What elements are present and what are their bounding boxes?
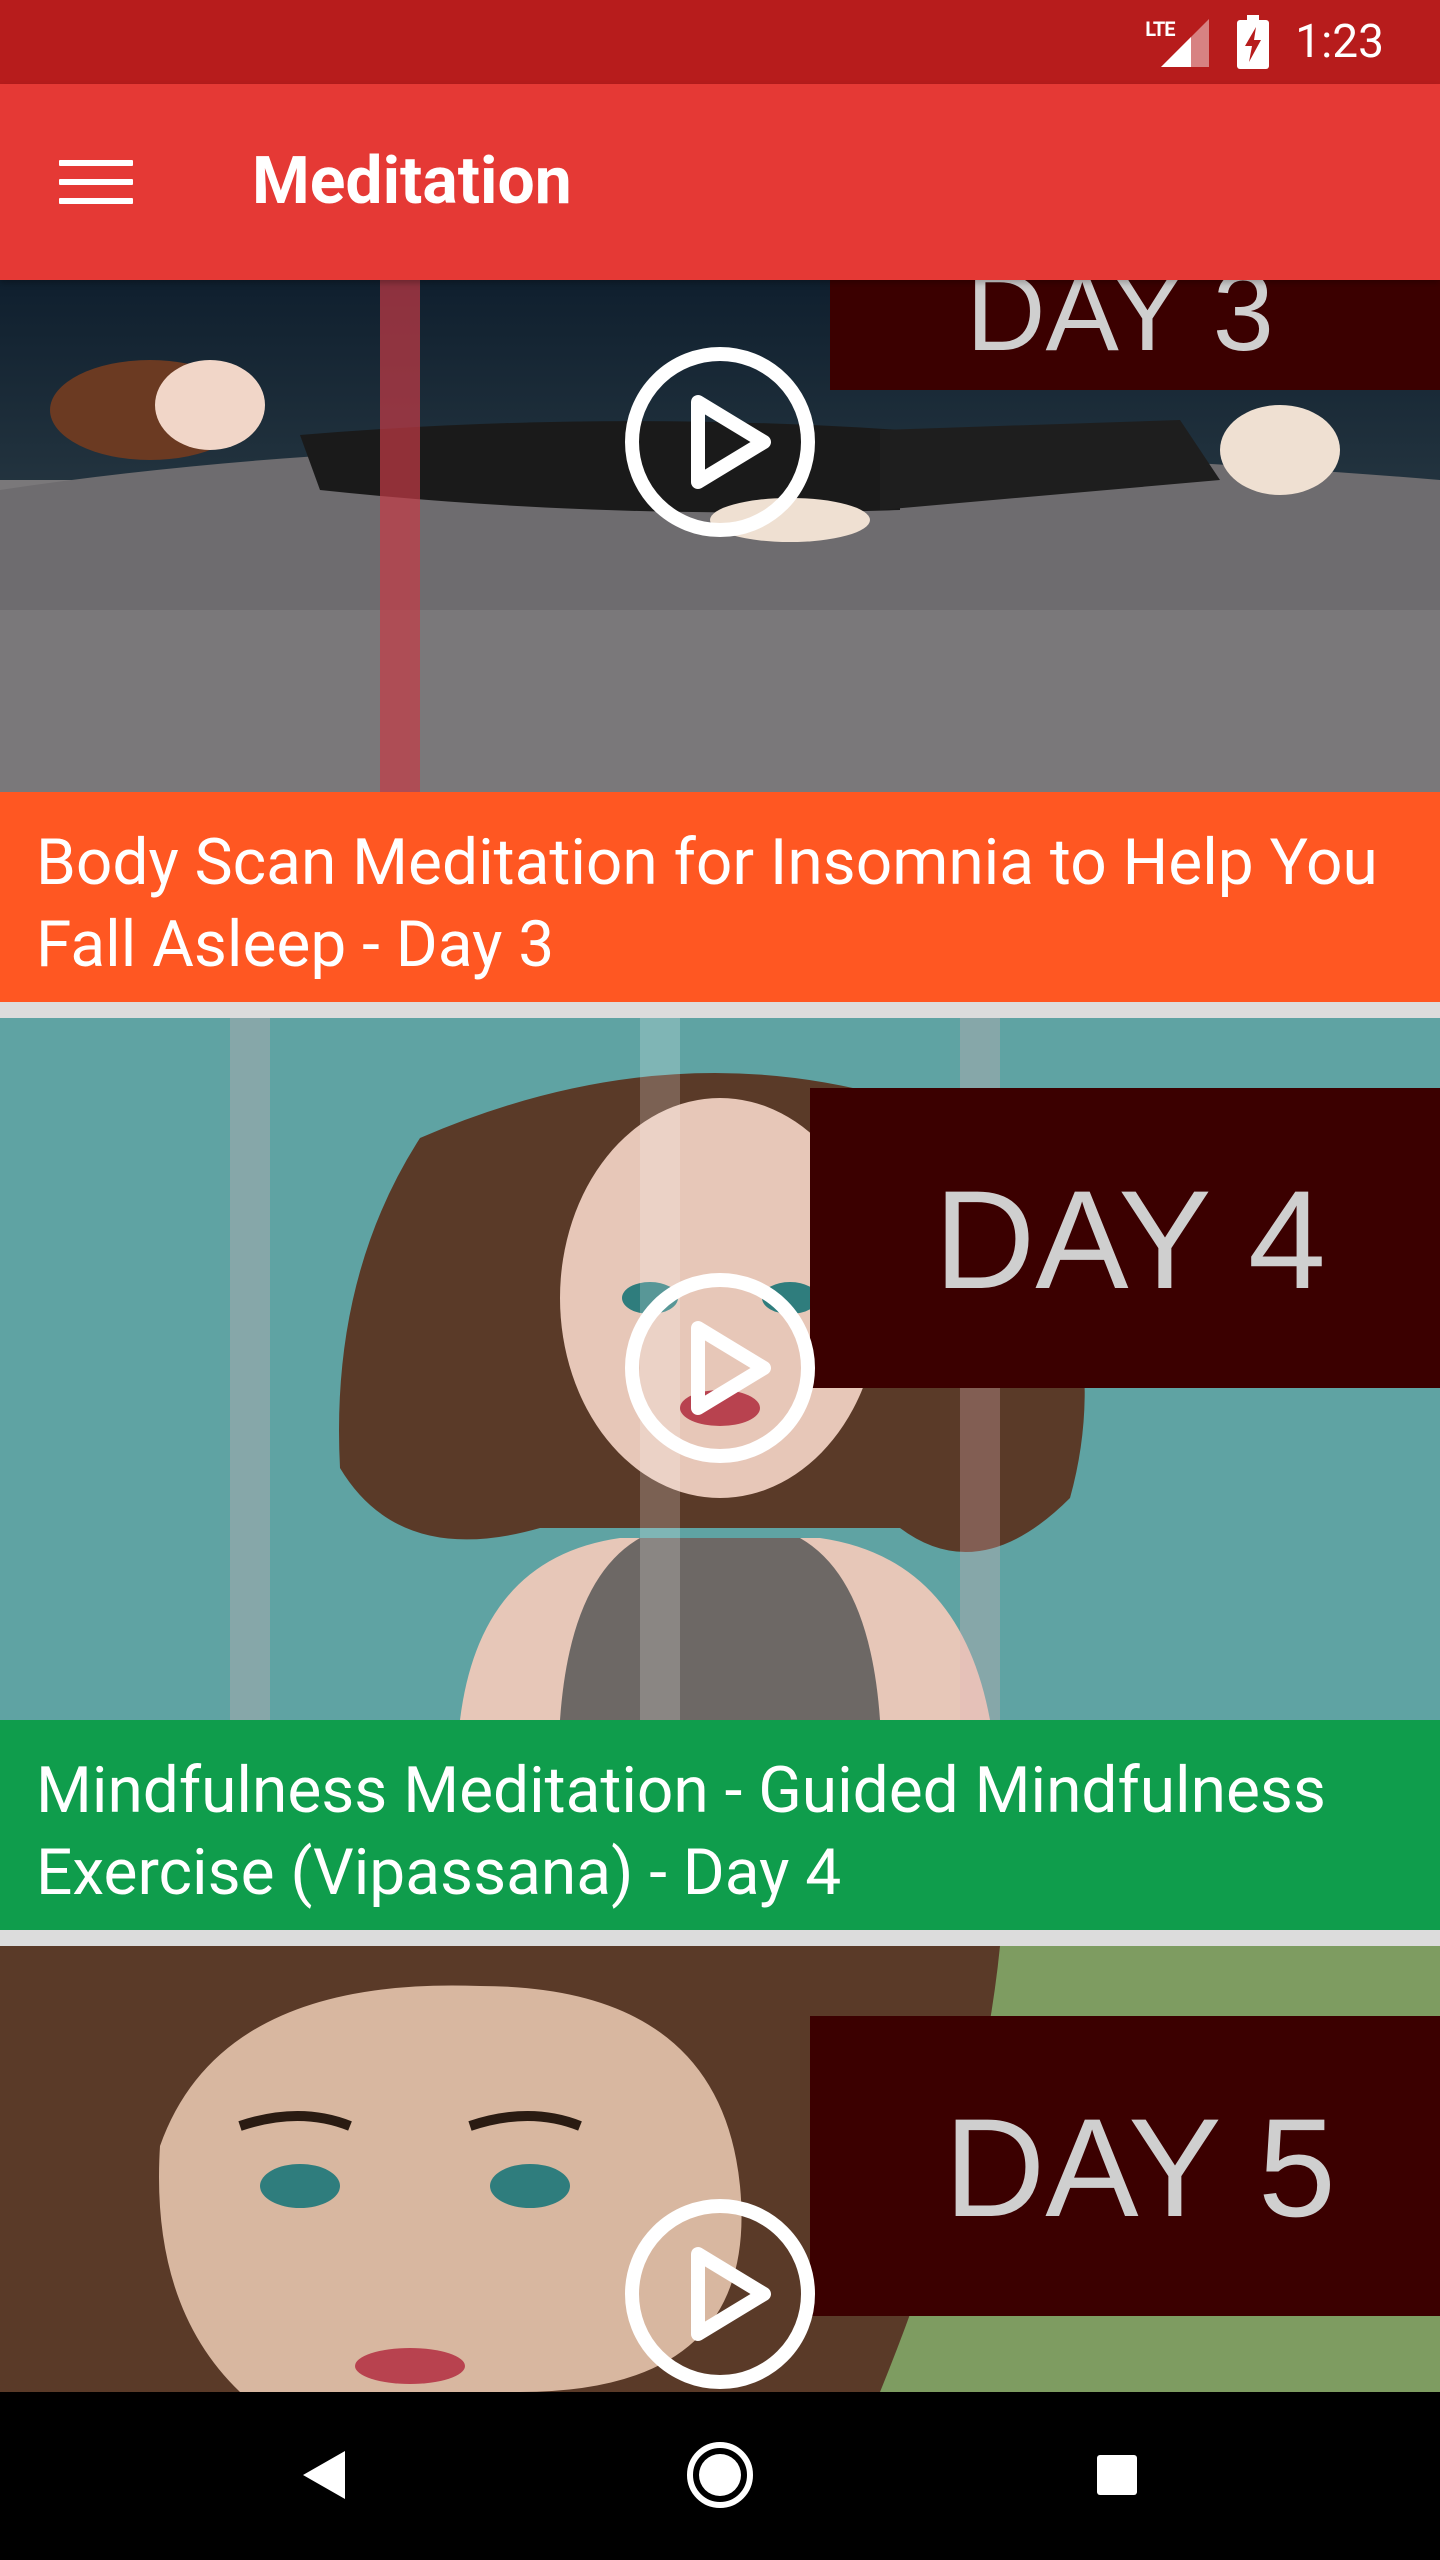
video-title-panel[interactable]: Mindfulness Meditation - Guided Mindfuln…: [0, 1720, 1440, 1930]
play-icon[interactable]: [622, 1270, 818, 1466]
battery-charging-icon: [1237, 15, 1270, 69]
app-bar: Meditation: [0, 84, 1440, 280]
video-thumbnail[interactable]: DAY 3: [0, 280, 1440, 792]
video-title: Body Scan Meditation for Insomnia to Hel…: [36, 825, 1378, 982]
hamburger-menu-icon[interactable]: [46, 142, 146, 222]
status-clock: 1:23: [1295, 15, 1384, 69]
video-card[interactable]: DAY 4 Mindfulness Meditation - Guided Mi…: [0, 1018, 1440, 1930]
play-icon[interactable]: [622, 2196, 818, 2392]
lte-signal-icon: LTE: [1145, 15, 1211, 69]
thumbnail-day-label: DAY 4: [934, 1161, 1326, 1318]
back-triangle-icon[interactable]: [278, 2430, 368, 2520]
video-title-panel[interactable]: Body Scan Meditation for Insomnia to Hel…: [0, 792, 1440, 1002]
video-thumbnail[interactable]: DAY 5: [0, 1946, 1440, 2392]
video-title: Mindfulness Meditation - Guided Mindfuln…: [36, 1753, 1326, 1910]
thumbnail-day-label: DAY 3: [966, 280, 1274, 374]
thumbnail-day-label: DAY 5: [944, 2089, 1336, 2246]
video-card[interactable]: DAY 3 Body Scan Meditation for Insomnia …: [0, 280, 1440, 1002]
recents-square-icon[interactable]: [1072, 2430, 1162, 2520]
video-card[interactable]: DAY 5: [0, 1946, 1440, 2392]
video-thumbnail[interactable]: DAY 4: [0, 1018, 1440, 1720]
play-icon[interactable]: [622, 344, 818, 540]
system-nav-bar: [0, 2392, 1440, 2560]
home-circle-icon[interactable]: [675, 2430, 765, 2520]
page-title: Meditation: [252, 143, 572, 220]
status-bar: LTE 1:23: [0, 0, 1440, 84]
video-list[interactable]: DAY 3 Body Scan Meditation for Insomnia …: [0, 280, 1440, 2392]
